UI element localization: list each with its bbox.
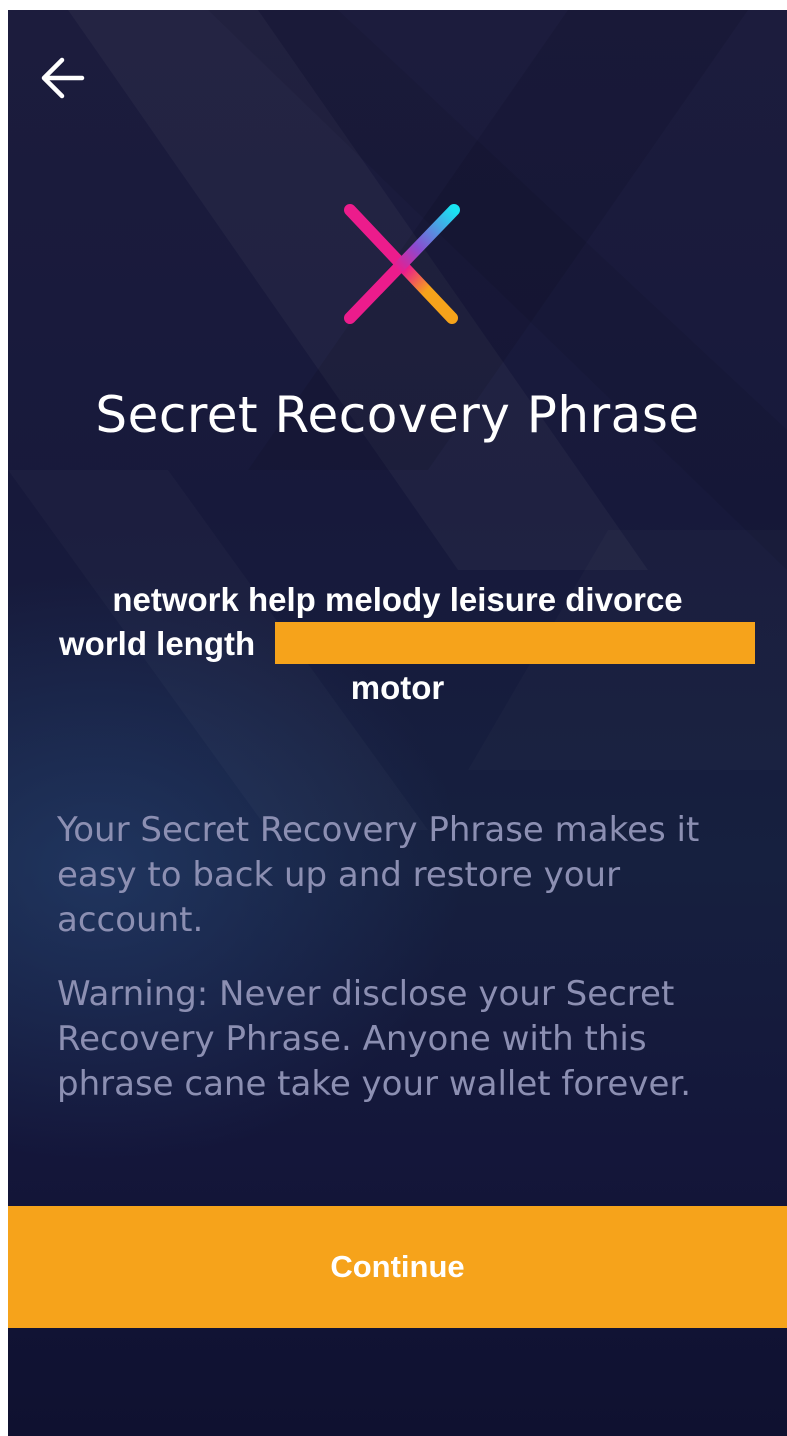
recovery-phrase-line-2-text: world length [59,625,256,662]
recovery-phrase-screen: Secret Recovery Phrase network help melo… [8,10,787,1436]
x-logo-icon [340,202,464,326]
recovery-phrase-line-1: network help melody leisure divorce [112,581,683,618]
redaction-block [275,622,755,664]
warning-text: Warning: Never disclose your Secret Reco… [57,974,692,1104]
recovery-phrase-line-3: motor [350,669,445,706]
page-title: Secret Recovery Phrase [95,386,700,444]
description-text: Your Secret Recovery Phrase makes it eas… [57,810,700,940]
arrow-left-icon [41,57,85,99]
continue-button[interactable]: Continue [8,1206,787,1328]
back-button[interactable] [36,50,92,106]
